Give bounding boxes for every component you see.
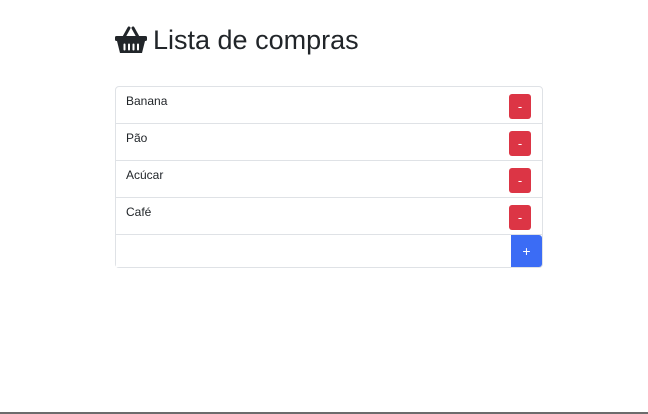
remove-item-button[interactable]: - [509, 168, 531, 193]
list-item: Acúcar - [116, 161, 542, 198]
item-label: Pão [126, 131, 148, 145]
item-label: Café [126, 205, 152, 219]
remove-item-button[interactable]: - [509, 131, 531, 156]
add-item-button[interactable]: + [511, 235, 542, 267]
remove-item-button[interactable]: - [509, 94, 531, 119]
shopping-list: Banana - Pão - Acúcar - Café - + [115, 86, 543, 268]
list-item: Café - [116, 198, 542, 235]
list-item: Pão - [116, 124, 542, 161]
add-item-row: + [116, 235, 542, 267]
new-item-input[interactable] [116, 235, 511, 267]
page-header: Lista de compras [115, 22, 359, 58]
list-item: Banana - [116, 87, 542, 124]
page-title: Lista de compras [153, 25, 359, 55]
item-label: Acúcar [126, 168, 164, 182]
page: Lista de compras Banana - Pão - Acúcar -… [0, 0, 648, 414]
basket-icon [115, 26, 147, 54]
remove-item-button[interactable]: - [509, 205, 531, 230]
item-label: Banana [126, 94, 168, 108]
